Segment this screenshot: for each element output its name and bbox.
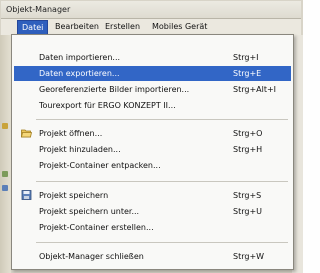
save-disk-icon xyxy=(21,190,32,200)
menu-item-projekt-speichern[interactable]: Projekt speichern Strg+S xyxy=(14,188,291,203)
menu-mobiles-geraet[interactable]: Mobiles Gerät xyxy=(148,20,211,33)
folder-open-icon xyxy=(21,128,32,138)
background-panel xyxy=(0,35,11,273)
menu-item-objekt-manager-schliessen[interactable]: Objekt-Manager schließen Strg+W xyxy=(14,249,291,264)
menu-item-projekt-speichern-unter[interactable]: Projekt speichern unter... Strg+U xyxy=(14,204,291,219)
menu-item-label: Projekt-Container erstellen... xyxy=(39,223,154,232)
menu-item-shortcut: Strg+W xyxy=(233,252,265,261)
panel-icon xyxy=(2,123,8,129)
panel-icon xyxy=(2,185,8,191)
menu-item-shortcut: Strg+H xyxy=(233,145,263,154)
menu-bar: Datei Bearbeiten Erstellen Mobiles Gerät xyxy=(1,19,301,35)
menu-erstellen[interactable]: Erstellen xyxy=(101,20,144,33)
menu-item-shortcut: Strg+Alt+I xyxy=(233,85,277,94)
menu-item-shortcut: Strg+I xyxy=(233,53,259,62)
menu-separator xyxy=(36,181,288,182)
menu-item-projekt-hinzuladen[interactable]: Projekt hinzuladen... Strg+H xyxy=(14,142,291,157)
window-title: Objekt-Manager xyxy=(6,5,71,14)
menu-item-daten-exportieren[interactable]: Daten exportieren... Strg+E xyxy=(14,66,291,81)
menu-item-projekt-container-entpacken[interactable]: Projekt-Container entpacken... xyxy=(14,158,291,173)
menu-item-label: Projekt speichern unter... xyxy=(39,207,140,216)
menu-item-tourexport[interactable]: Tourexport für ERGO KONZEPT II... xyxy=(14,98,291,113)
menu-item-label: Daten importieren... xyxy=(39,53,121,62)
menu-item-georeferenzierte-bilder[interactable]: Georeferenzierte Bilder importieren... S… xyxy=(14,82,291,97)
menu-separator xyxy=(36,242,288,243)
menu-item-shortcut: Strg+E xyxy=(233,69,262,78)
menu-item-projekt-oeffnen[interactable]: Projekt öffnen... Strg+O xyxy=(14,126,291,141)
panel-icon xyxy=(2,171,8,177)
menu-datei[interactable]: Datei xyxy=(17,20,49,35)
title-bar: Objekt-Manager xyxy=(1,1,301,19)
menu-item-daten-importieren[interactable]: Daten importieren... Strg+I xyxy=(14,50,291,65)
menu-item-shortcut: Strg+O xyxy=(233,129,263,138)
menu-item-label: Projekt speichern xyxy=(39,191,109,200)
menu-item-shortcut: Strg+S xyxy=(233,191,262,200)
menu-item-label: Projekt hinzuladen... xyxy=(39,145,121,154)
menu-item-label: Projekt-Container entpacken... xyxy=(39,161,161,170)
menu-item-label: Daten exportieren... xyxy=(39,69,120,78)
menu-separator xyxy=(36,119,288,120)
menu-item-projekt-container-erstellen[interactable]: Projekt-Container erstellen... xyxy=(14,220,291,235)
menu-item-label: Objekt-Manager schließen xyxy=(39,252,144,261)
menu-item-label: Projekt öffnen... xyxy=(39,129,103,138)
window-frame: Objekt-Manager Datei Bearbeiten Erstelle… xyxy=(0,0,303,273)
menu-bearbeiten[interactable]: Bearbeiten xyxy=(51,20,103,33)
menu-item-label: Tourexport für ERGO KONZEPT II... xyxy=(39,101,176,110)
menu-item-shortcut: Strg+U xyxy=(233,207,262,216)
datei-dropdown-menu: Daten importieren... Strg+I Daten export… xyxy=(11,34,294,270)
menu-item-label: Georeferenzierte Bilder importieren... xyxy=(39,85,190,94)
